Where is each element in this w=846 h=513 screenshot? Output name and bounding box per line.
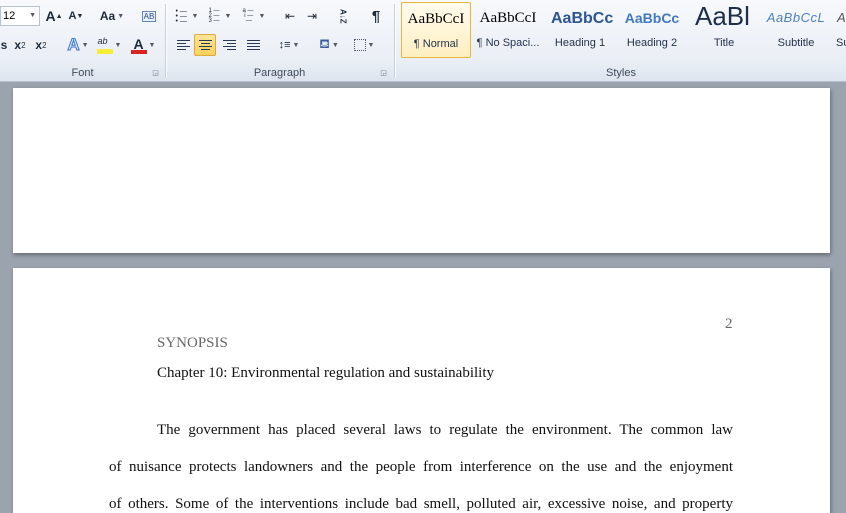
text-effects-icon: A	[67, 35, 80, 55]
style-name: Title	[713, 37, 735, 49]
style-name: Heading 2	[626, 37, 678, 49]
style-sample: AaBbCcI	[479, 10, 537, 26]
font-size-box[interactable]: 12 ▼	[0, 6, 40, 26]
styles-gallery: AaBbCcI ¶ Normal AaBbCcI ¶ No Spaci... A…	[400, 2, 846, 60]
pilcrow-icon: ¶	[371, 7, 381, 25]
style-name: Heading 1	[554, 37, 606, 49]
styles-group-label: Styles	[606, 67, 636, 79]
font-color-icon: A	[130, 36, 147, 54]
font-group: 12 ▼ A ▲ A ▼ Aa ▼ AB s x2 x2 A ▼ ab ▼ A …	[0, 0, 165, 82]
highlight-icon: ab	[96, 36, 113, 54]
grow-font-icon: A	[45, 8, 56, 24]
bullets-icon: • — • — • —	[175, 7, 187, 25]
paragraph-group-label: Paragraph	[253, 67, 306, 79]
style-normal[interactable]: AaBbCcI ¶ Normal	[401, 2, 471, 58]
font-dialog-launcher-icon[interactable]: ◲	[151, 69, 160, 78]
multilevel-list-button[interactable]: a — i — — ▼	[240, 5, 268, 27]
decrease-indent-button[interactable]: ⇤	[280, 5, 300, 27]
multilevel-list-icon: a — i — —	[242, 7, 254, 24]
increase-indent-button[interactable]: ⇥	[302, 5, 322, 27]
increase-indent-icon: ⇥	[306, 9, 318, 23]
show-formatting-button[interactable]: ¶	[366, 5, 386, 27]
paragraph-group: • — • — • — ▼ 1 —2 —3 — ▼ a — i — — ▼ ⇤ ⇥ A↓…	[166, 0, 393, 82]
style-sample: A	[837, 10, 846, 25]
strikethrough-button[interactable]: s	[0, 34, 8, 56]
subscript-icon: x	[14, 38, 22, 52]
change-case-button[interactable]: Aa ▼	[97, 5, 127, 27]
sort-icon: A↓Z	[338, 8, 348, 24]
style-subtle[interactable]: A Su	[833, 2, 846, 58]
shading-button[interactable]: ⛾ ▼	[314, 34, 344, 56]
group-separator	[394, 4, 395, 78]
align-center-icon	[198, 38, 212, 52]
borders-button[interactable]: ▼	[350, 34, 378, 56]
paragraph-line: of nuisance protects landowners and the …	[109, 459, 733, 475]
page-number: 2	[725, 316, 733, 332]
font-group-label: Font	[71, 67, 94, 79]
shrink-font-button[interactable]: A ▼	[66, 5, 86, 27]
align-left-button[interactable]	[172, 34, 194, 56]
font-size-value: 12	[3, 10, 16, 22]
style-no-spacing[interactable]: AaBbCcI ¶ No Spaci...	[473, 2, 543, 58]
chevron-down-icon[interactable]: ▼	[29, 7, 36, 25]
style-sample: AaBbCcL	[766, 10, 826, 25]
sort-button[interactable]: A↓Z	[332, 5, 354, 27]
font-color-button[interactable]: A ▼	[128, 34, 158, 56]
numbering-icon: 1 —2 —3 —	[208, 7, 220, 24]
document-page-1[interactable]	[13, 88, 830, 253]
superscript-button[interactable]: x2	[32, 34, 50, 56]
style-name: Subtitle	[777, 37, 815, 49]
line-spacing-button[interactable]: ↕≡ ▼	[274, 34, 304, 56]
paragraph-line: The government has placed several laws t…	[157, 422, 733, 438]
style-subtitle[interactable]: AaBbCcL Subtitle	[761, 2, 831, 58]
clear-formatting-icon: AB	[141, 10, 157, 22]
bullets-button[interactable]: • — • — • — ▼	[172, 5, 202, 27]
change-case-icon: Aa	[99, 9, 116, 23]
ribbon: 12 ▼ A ▲ A ▼ Aa ▼ AB s x2 x2 A ▼ ab ▼ A …	[0, 0, 846, 82]
style-sample: AaBl	[695, 2, 750, 31]
style-name: Su	[836, 37, 846, 49]
line-spacing-icon: ↕≡	[278, 39, 291, 51]
style-sample: AaBbCc	[551, 10, 614, 27]
document-page-2[interactable]: 2 SYNOPSIS Chapter 10: Environmental reg…	[13, 268, 830, 513]
paragraph-line: of others. Some of the interventions inc…	[109, 496, 733, 512]
numbering-button[interactable]: 1 —2 —3 — ▼	[204, 5, 236, 27]
superscript-icon: x	[35, 38, 43, 52]
grow-font-button[interactable]: A ▲	[44, 5, 64, 27]
justify-button[interactable]	[242, 34, 264, 56]
borders-icon	[353, 39, 366, 51]
paragraph-dialog-launcher-icon[interactable]: ◲	[379, 69, 388, 78]
shading-bucket-icon: ⛾	[319, 36, 330, 51]
highlight-button[interactable]: ab ▼	[94, 34, 124, 56]
justify-icon	[246, 38, 260, 52]
style-heading-2[interactable]: AaBbCc Heading 2	[617, 2, 687, 58]
body-paragraph: The government has placed several laws t…	[109, 412, 733, 513]
style-name: ¶ No Spaci...	[476, 37, 540, 49]
shrink-font-icon: A	[68, 10, 77, 22]
decrease-indent-icon: ⇤	[284, 9, 296, 23]
style-sample: AaBbCc	[624, 10, 680, 26]
align-right-button[interactable]	[218, 34, 240, 56]
align-right-icon	[222, 38, 236, 52]
text-effects-button[interactable]: A ▼	[64, 34, 92, 56]
chapter-title: Chapter 10: Environmental regulation and…	[157, 365, 495, 381]
highlight-color-bar	[96, 49, 113, 54]
font-color-bar	[130, 50, 147, 54]
align-center-button[interactable]	[194, 34, 216, 56]
synopsis-heading: SYNOPSIS	[157, 335, 228, 351]
style-sample: AaBbCcI	[407, 11, 465, 27]
clear-formatting-button[interactable]: AB	[138, 5, 160, 27]
subscript-button[interactable]: x2	[11, 34, 29, 56]
highlight-label: ab	[97, 36, 108, 46]
style-name: ¶ Normal	[413, 38, 459, 50]
style-title[interactable]: AaBl Title	[689, 2, 759, 58]
style-heading-1[interactable]: AaBbCc Heading 1	[545, 2, 615, 58]
align-left-icon	[176, 38, 190, 52]
